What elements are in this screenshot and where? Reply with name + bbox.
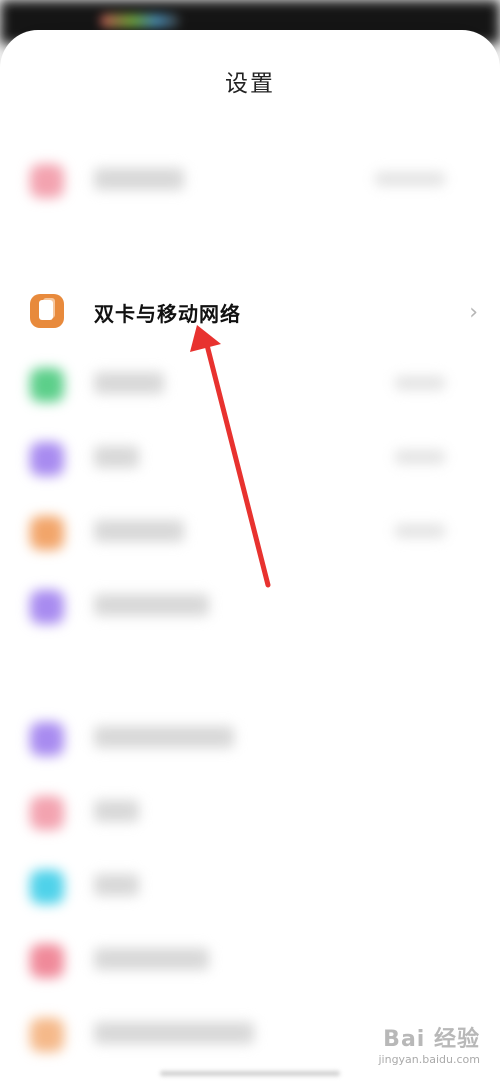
settings-item-label xyxy=(94,446,139,468)
settings-item-icon xyxy=(30,870,64,904)
settings-item-icon xyxy=(30,442,64,476)
settings-item-blurred[interactable] xyxy=(0,430,500,490)
settings-item-blurred[interactable] xyxy=(0,504,500,564)
settings-item-label xyxy=(94,874,139,896)
baidu-jingyan-watermark: Bai 经验 jingyan.baidu.com xyxy=(378,1021,480,1066)
settings-item-blurred[interactable] xyxy=(0,578,500,638)
settings-item-value xyxy=(395,450,445,464)
settings-item-label xyxy=(94,800,139,822)
settings-item-icon xyxy=(30,516,64,550)
status-indicators xyxy=(100,14,180,28)
settings-item-label xyxy=(94,372,164,394)
settings-item-blurred[interactable] xyxy=(0,356,500,416)
watermark-logo: Bai 经验 xyxy=(383,1027,480,1052)
settings-item-blurred[interactable] xyxy=(0,152,500,212)
settings-item-icon xyxy=(30,796,64,830)
settings-item-blurred[interactable] xyxy=(0,932,500,992)
page-title: 设置 xyxy=(225,71,275,97)
settings-item-label xyxy=(94,520,184,542)
settings-item-icon xyxy=(30,164,64,198)
home-indicator[interactable] xyxy=(160,1071,340,1076)
settings-item-blurred[interactable] xyxy=(0,710,500,770)
settings-item-dual-sim-mobile-network[interactable]: 双卡与移动网络 › xyxy=(0,282,500,342)
settings-item-label xyxy=(94,594,209,616)
settings-item-label: 双卡与移动网络 xyxy=(94,302,241,326)
settings-item-icon xyxy=(30,722,64,756)
settings-item-label xyxy=(94,948,209,970)
settings-item-blurred[interactable] xyxy=(0,858,500,918)
sim-card-front-shape xyxy=(39,300,53,320)
watermark-site: jingyan.baidu.com xyxy=(378,1053,480,1066)
settings-item-icon xyxy=(30,368,64,402)
settings-item-blurred[interactable] xyxy=(0,784,500,844)
settings-item-icon xyxy=(30,590,64,624)
settings-item-label xyxy=(94,1022,254,1044)
settings-item-label xyxy=(94,726,234,748)
sim-card-icon xyxy=(30,294,64,328)
settings-screen: 设置 双卡与移动网络 › Bai 经验 jingyan.baidu.com xyxy=(0,0,500,1084)
chevron-right-icon: › xyxy=(469,300,478,325)
settings-item-label xyxy=(94,168,184,190)
settings-item-icon xyxy=(30,944,64,978)
settings-item-icon xyxy=(30,1018,64,1052)
settings-item-value xyxy=(395,376,445,390)
settings-item-value xyxy=(375,172,445,186)
settings-item-value xyxy=(395,524,445,538)
